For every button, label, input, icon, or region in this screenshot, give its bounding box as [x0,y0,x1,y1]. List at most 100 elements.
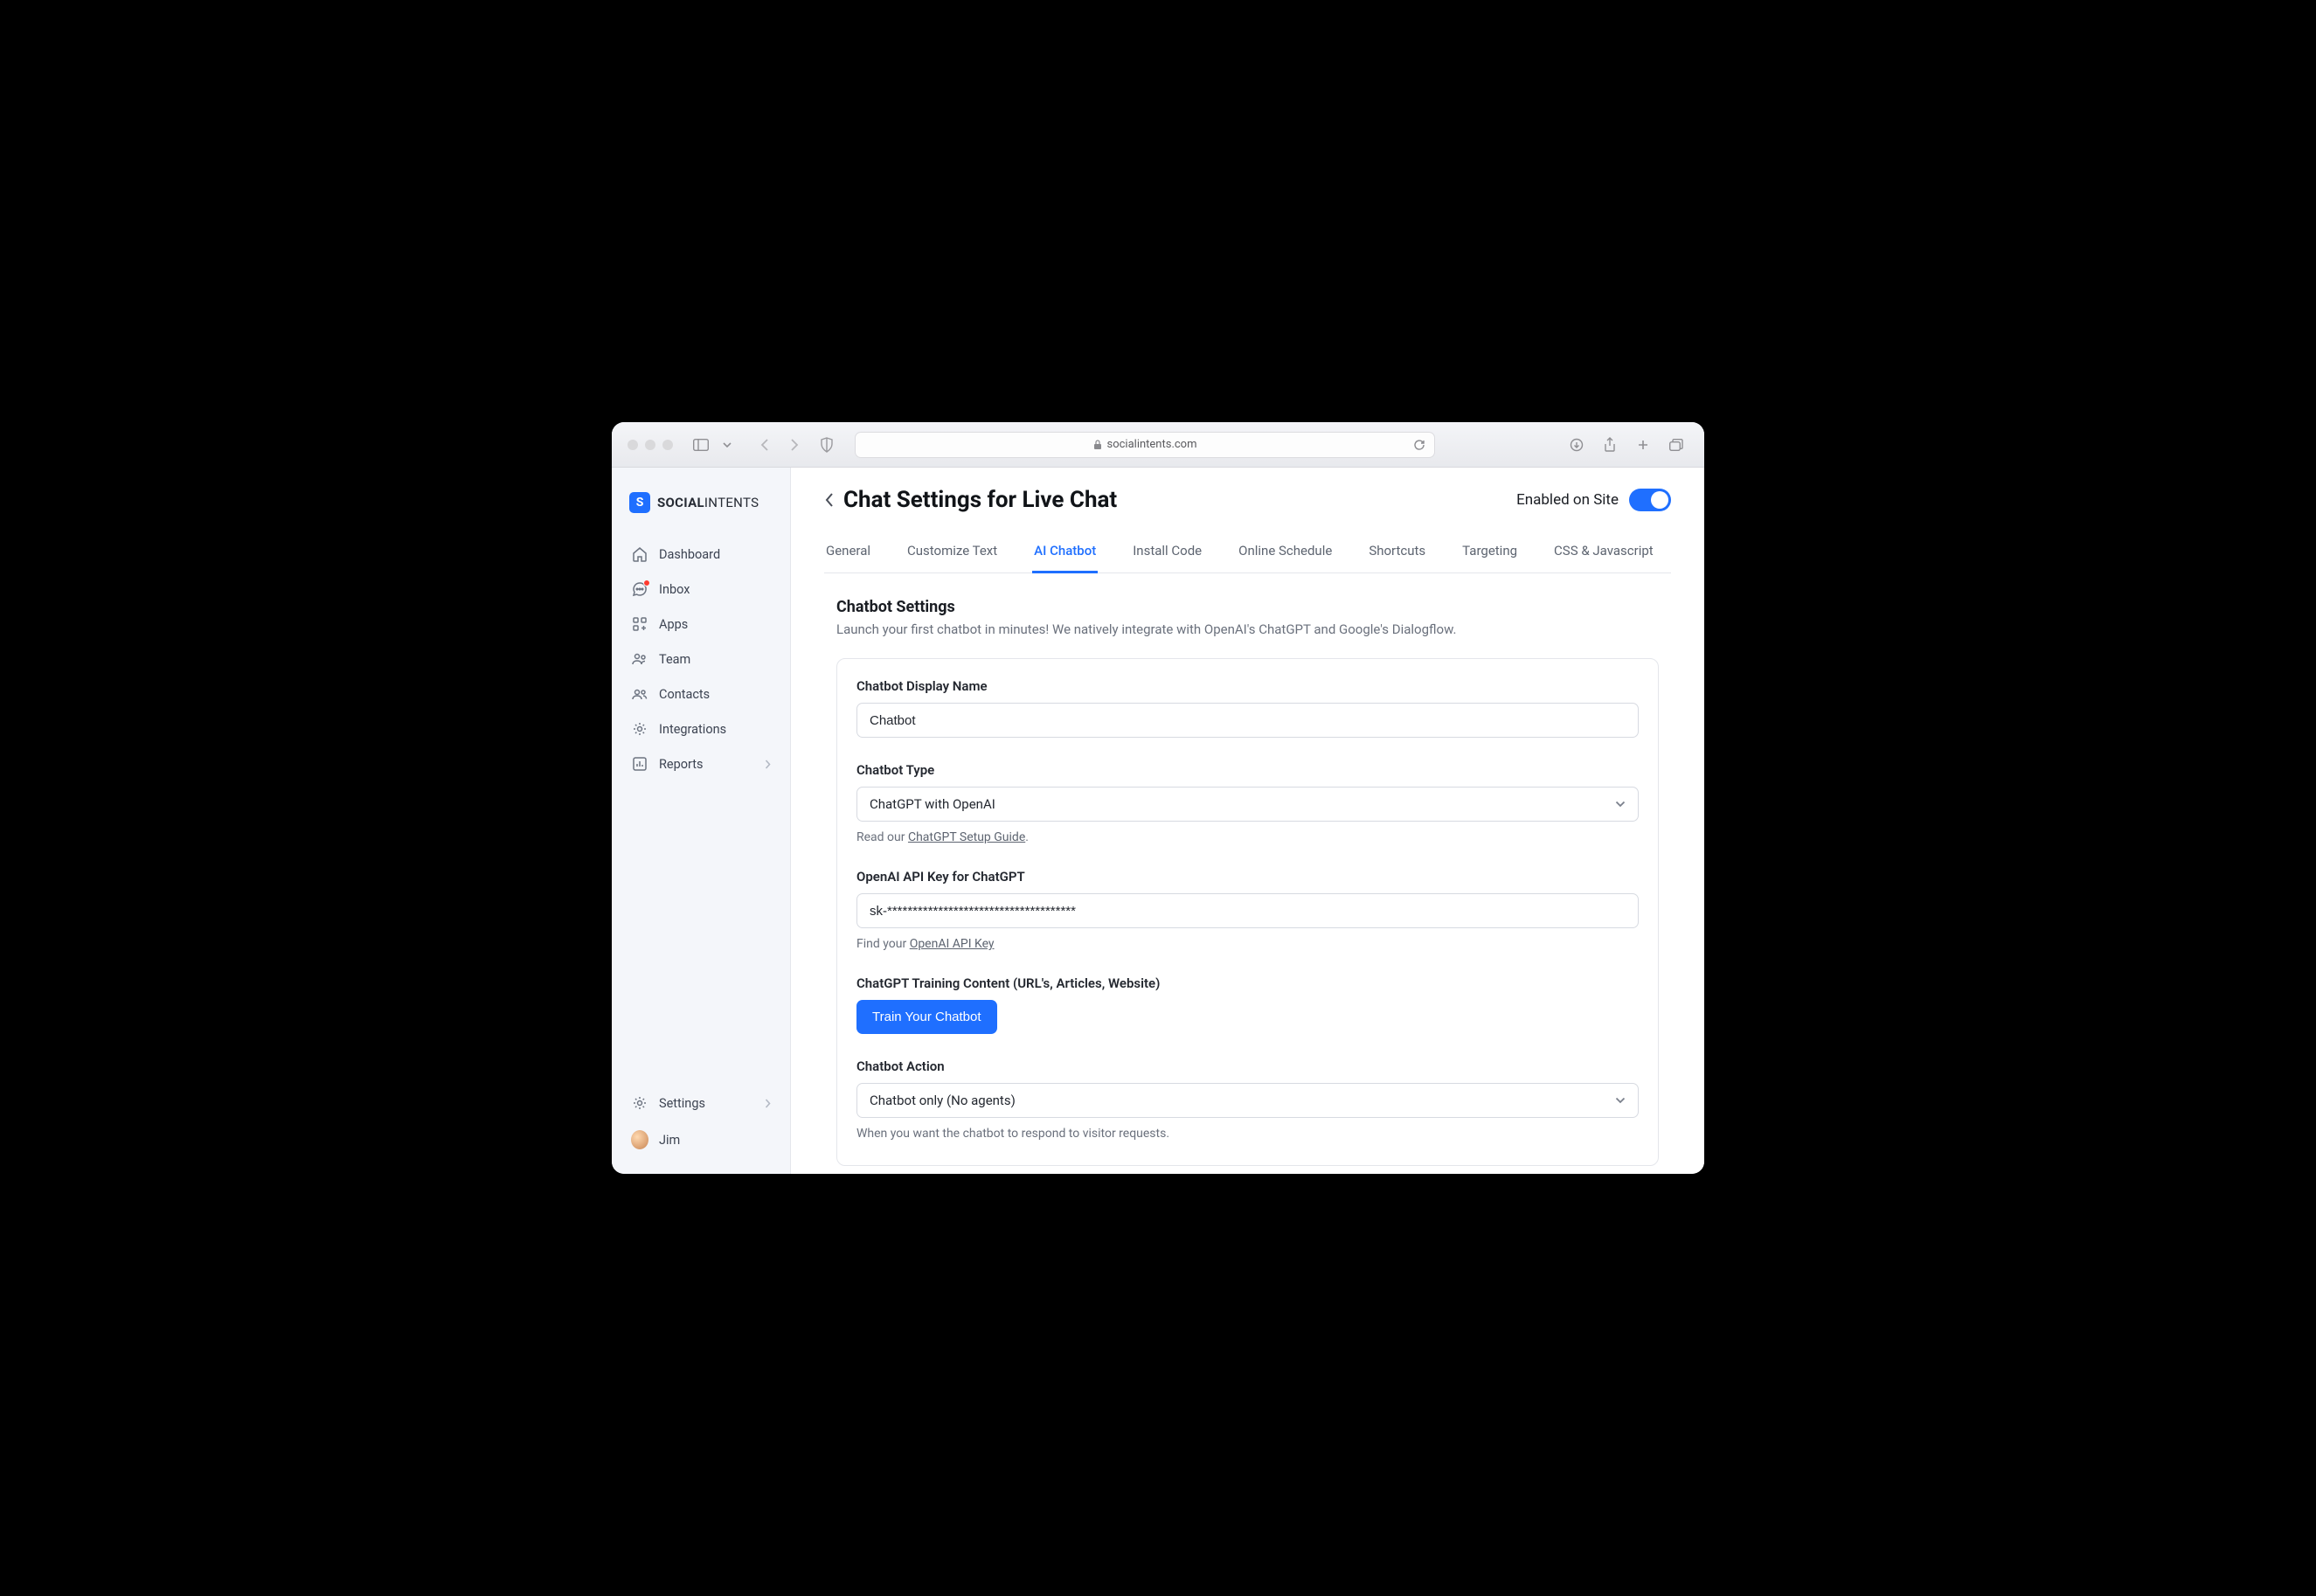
sidebar-item-inbox[interactable]: Inbox [622,572,780,606]
section-desc: Launch your first chatbot in minutes! We… [836,621,1659,637]
tab-shortcuts[interactable]: Shortcuts [1367,536,1427,572]
tabs: General Customize Text AI Chatbot Instal… [824,536,1671,573]
sidebar-item-dashboard[interactable]: Dashboard [622,538,780,571]
help-text: When you want the chatbot to respond to … [856,1127,1639,1141]
app-body: S SOCIALINTENTS Dashboard In [612,468,1704,1174]
tab-ai-chatbot[interactable]: AI Chatbot [1032,536,1098,573]
gear-icon [631,721,648,737]
select-value: ChatGPT with OpenAI [870,796,995,812]
user-name: Jim [659,1133,680,1148]
sidebar-item-label: Contacts [659,687,710,702]
section-block: Chatbot Settings Launch your first chatb… [824,598,1671,1166]
sidebar-nav: Dashboard Inbox Apps [612,538,790,781]
page-header: Chat Settings for Live Chat Enabled on S… [824,487,1671,513]
main-content: Chat Settings for Live Chat Enabled on S… [791,468,1704,1174]
settings-icon [631,1095,648,1111]
field-label: OpenAI API Key for ChatGPT [856,869,1639,885]
field-chatbot-action: Chatbot Action Chatbot only (No agents) … [856,1058,1639,1141]
minimize-window-icon[interactable] [645,440,655,450]
field-api-key: OpenAI API Key for ChatGPT Find your Ope… [856,869,1639,951]
tab-install-code[interactable]: Install Code [1131,536,1203,572]
train-chatbot-button[interactable]: Train Your Chatbot [856,1000,997,1034]
logo-mark-icon: S [629,492,650,513]
chevron-down-icon[interactable] [715,433,739,457]
avatar [631,1130,648,1149]
chat-icon [631,581,648,597]
sidebar-item-label: Integrations [659,722,726,737]
openai-api-key-link[interactable]: OpenAI API Key [910,937,995,951]
tab-customize-text[interactable]: Customize Text [905,536,999,572]
page-title-wrap: Chat Settings for Live Chat [824,487,1117,513]
field-chatbot-type: Chatbot Type ChatGPT with OpenAI Read ou… [856,762,1639,844]
tab-targeting[interactable]: Targeting [1460,536,1519,572]
chevron-down-icon [1615,1097,1626,1104]
sidebar-item-label: Reports [659,757,704,772]
lock-icon [1093,440,1102,450]
titlebar: socialintents.com [612,422,1704,468]
field-label: Chatbot Type [856,762,1639,778]
back-button[interactable] [752,433,778,457]
sidebar-item-label: Settings [659,1096,705,1111]
tab-online-schedule[interactable]: Online Schedule [1237,536,1334,572]
maximize-window-icon[interactable] [662,440,673,450]
new-tab-icon[interactable] [1631,433,1655,457]
apps-icon [631,616,648,632]
sidebar-bottom: Settings Jim [612,1086,790,1174]
sidebar-toggle-icon[interactable] [689,433,713,457]
logo-text: SOCIALINTENTS [657,495,759,510]
back-chevron-icon[interactable] [824,491,835,509]
share-icon[interactable] [1598,433,1622,457]
tabs-icon[interactable] [1664,433,1688,457]
sidebar-item-user[interactable]: Jim [622,1121,780,1158]
chatbot-type-select[interactable]: ChatGPT with OpenAI [856,787,1639,822]
contacts-icon [631,686,648,702]
field-label: Chatbot Action [856,1058,1639,1074]
downloads-icon[interactable] [1564,433,1589,457]
logo[interactable]: S SOCIALINTENTS [612,483,790,538]
traffic-lights [628,440,673,450]
tab-general[interactable]: General [824,536,872,572]
enabled-label: Enabled on Site [1516,491,1619,509]
sidebar-item-team[interactable]: Team [622,642,780,676]
sidebar-toggle-group [689,433,739,457]
sidebar-item-label: Dashboard [659,547,720,562]
sidebar: S SOCIALINTENTS Dashboard In [612,468,791,1174]
nav-arrows [752,433,808,457]
sidebar-item-apps[interactable]: Apps [622,607,780,641]
enabled-on-site: Enabled on Site [1516,489,1671,511]
sidebar-item-integrations[interactable]: Integrations [622,712,780,746]
sidebar-item-label: Team [659,652,690,667]
sidebar-item-reports[interactable]: Reports [622,747,780,781]
settings-card: Chatbot Display Name Chatbot Type ChatGP… [836,658,1659,1166]
chatgpt-setup-guide-link[interactable]: ChatGPT Setup Guide [908,830,1025,844]
home-icon [631,546,648,562]
browser-window: socialintents.com S [612,422,1704,1174]
field-display-name: Chatbot Display Name [856,678,1639,738]
forward-button[interactable] [781,433,808,457]
chevron-down-icon [1615,801,1626,808]
sidebar-item-label: Inbox [659,582,690,597]
enabled-toggle[interactable] [1629,489,1671,511]
tab-css-javascript[interactable]: CSS & Javascript [1552,536,1655,572]
chatbot-action-select[interactable]: Chatbot only (No agents) [856,1083,1639,1118]
select-value: Chatbot only (No agents) [870,1093,1016,1108]
sidebar-item-settings[interactable]: Settings [622,1086,780,1120]
page-title: Chat Settings for Live Chat [843,487,1117,513]
section-title: Chatbot Settings [836,598,1659,616]
shield-icon[interactable] [815,433,839,457]
api-key-input[interactable] [856,893,1639,928]
sidebar-item-contacts[interactable]: Contacts [622,677,780,711]
chevron-right-icon [765,760,771,769]
field-training: ChatGPT Training Content (URL's, Article… [856,975,1639,1034]
close-window-icon[interactable] [628,440,638,450]
chart-icon [631,756,648,772]
url-bar[interactable]: socialintents.com [855,432,1435,458]
team-icon [631,651,648,667]
chevron-right-icon [765,1099,771,1108]
field-label: Chatbot Display Name [856,678,1639,694]
reload-icon[interactable] [1413,439,1425,451]
display-name-input[interactable] [856,703,1639,738]
titlebar-right [1564,433,1688,457]
field-label: ChatGPT Training Content (URL's, Article… [856,975,1639,991]
url-host: socialintents.com [1107,438,1197,451]
